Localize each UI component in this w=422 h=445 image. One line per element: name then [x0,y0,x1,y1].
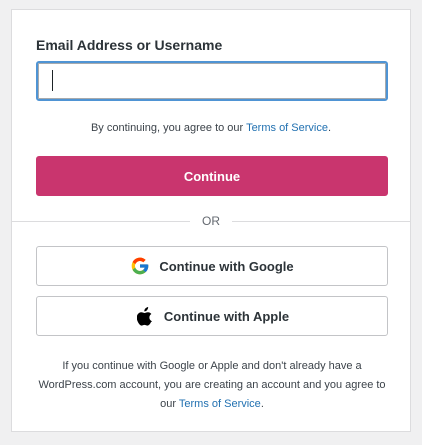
apple-logo-icon [135,306,155,326]
tos-notice: By continuing, you agree to our Terms of… [12,122,410,134]
social-signup-disclaimer: If you continue with Google or Apple and… [36,357,388,414]
tos-prefix-text: By continuing, you agree to our [90,122,247,134]
text-caret [52,70,53,91]
continue-with-apple-button[interactable]: Continue with Apple [36,296,388,336]
email-input[interactable] [36,61,388,101]
continue-with-google-button[interactable]: Continue with Google [36,246,388,286]
or-divider-label: OR [202,214,220,228]
login-card: Email Address or Username By continuing,… [12,10,410,431]
terms-of-service-link[interactable]: Terms of Service [246,122,328,134]
divider-line-right [232,221,410,222]
google-button-label: Continue with Google [159,258,294,274]
footer-terms-of-service-link[interactable]: Terms of Service [179,398,261,410]
tos-suffix-text: . [327,122,332,134]
divider-line-left [12,221,190,222]
continue-button[interactable]: Continue [36,156,388,196]
apple-button-label: Continue with Apple [163,308,290,324]
email-label: Email Address or Username [36,37,223,53]
disclaimer-suffix-text: . [260,398,264,410]
google-g-icon [130,256,150,276]
